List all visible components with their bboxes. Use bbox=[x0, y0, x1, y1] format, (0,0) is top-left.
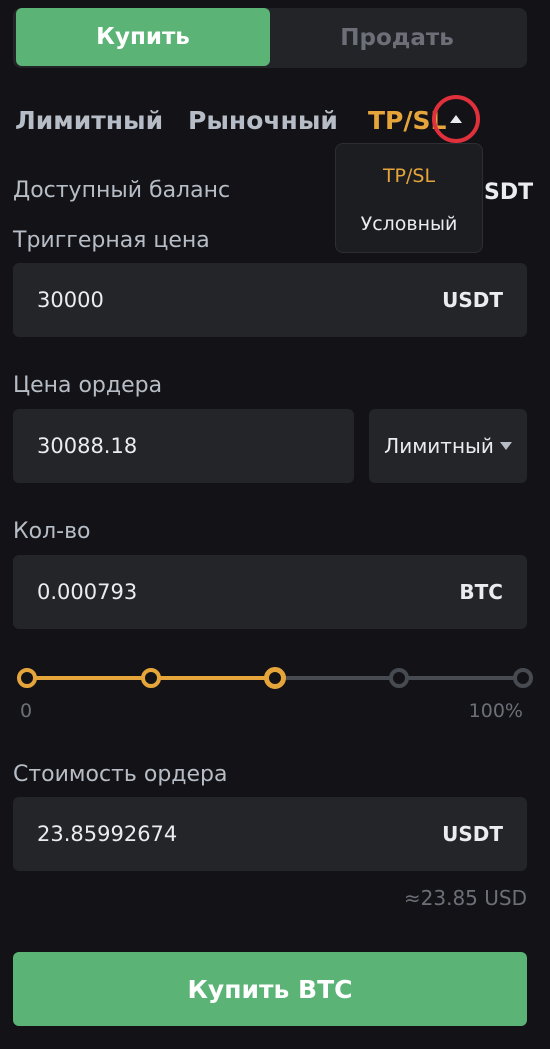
slider-step-25[interactable] bbox=[141, 668, 161, 688]
quantity-input[interactable]: 0.000793 BTC bbox=[13, 555, 527, 629]
order-value-approx: ≈23.85 USD bbox=[403, 886, 527, 910]
balance-label: Доступный баланс bbox=[13, 178, 231, 203]
buy-btc-button[interactable]: Купить BTC bbox=[13, 952, 527, 1026]
order-price-value: 30088.18 bbox=[37, 434, 138, 458]
order-type-dropdown: TP/SL Условный bbox=[335, 143, 483, 253]
slider-min-label: 0 bbox=[20, 700, 33, 722]
order-price-type-select[interactable]: Лимитный bbox=[369, 409, 527, 483]
trigger-price-unit: USDT bbox=[442, 288, 503, 312]
order-type-menu-toggle[interactable] bbox=[432, 95, 480, 143]
dropdown-item-conditional[interactable]: Условный bbox=[336, 213, 482, 235]
slider-max-label: 100% bbox=[468, 700, 523, 722]
side-toggle: Купить Продать bbox=[13, 8, 527, 68]
quantity-value: 0.000793 bbox=[37, 580, 138, 604]
tab-market[interactable]: Рыночный bbox=[188, 100, 338, 140]
caret-up-icon bbox=[450, 115, 462, 123]
order-price-type-value: Лимитный bbox=[384, 434, 494, 458]
slider-step-100[interactable] bbox=[513, 668, 533, 688]
tab-limit[interactable]: Лимитный bbox=[15, 100, 163, 140]
quantity-slider[interactable] bbox=[17, 663, 533, 693]
sell-tab[interactable]: Продать bbox=[270, 8, 524, 68]
slider-step-0[interactable] bbox=[17, 668, 37, 688]
quantity-unit: BTC bbox=[459, 580, 503, 604]
trigger-price-input[interactable]: 30000 USDT bbox=[13, 263, 527, 337]
order-value-value: 23.85992674 bbox=[37, 822, 178, 846]
slider-thumb[interactable] bbox=[264, 667, 286, 689]
order-value-label: Стоимость ордера bbox=[13, 762, 228, 787]
slider-step-75[interactable] bbox=[389, 668, 409, 688]
balance-unit: SDT bbox=[484, 180, 534, 205]
order-price-label: Цена ордера bbox=[13, 373, 163, 398]
order-price-input[interactable]: 30088.18 bbox=[13, 409, 354, 483]
dropdown-item-tpsl[interactable]: TP/SL bbox=[336, 165, 482, 187]
order-value-input[interactable]: 23.85992674 USDT bbox=[13, 797, 527, 871]
order-value-unit: USDT bbox=[442, 822, 503, 846]
chevron-down-icon bbox=[499, 442, 512, 450]
trigger-price-value: 30000 bbox=[37, 288, 104, 312]
trigger-price-label: Триггерная цена bbox=[13, 228, 210, 253]
quantity-label: Кол-во bbox=[13, 519, 91, 544]
buy-tab[interactable]: Купить bbox=[16, 8, 270, 66]
